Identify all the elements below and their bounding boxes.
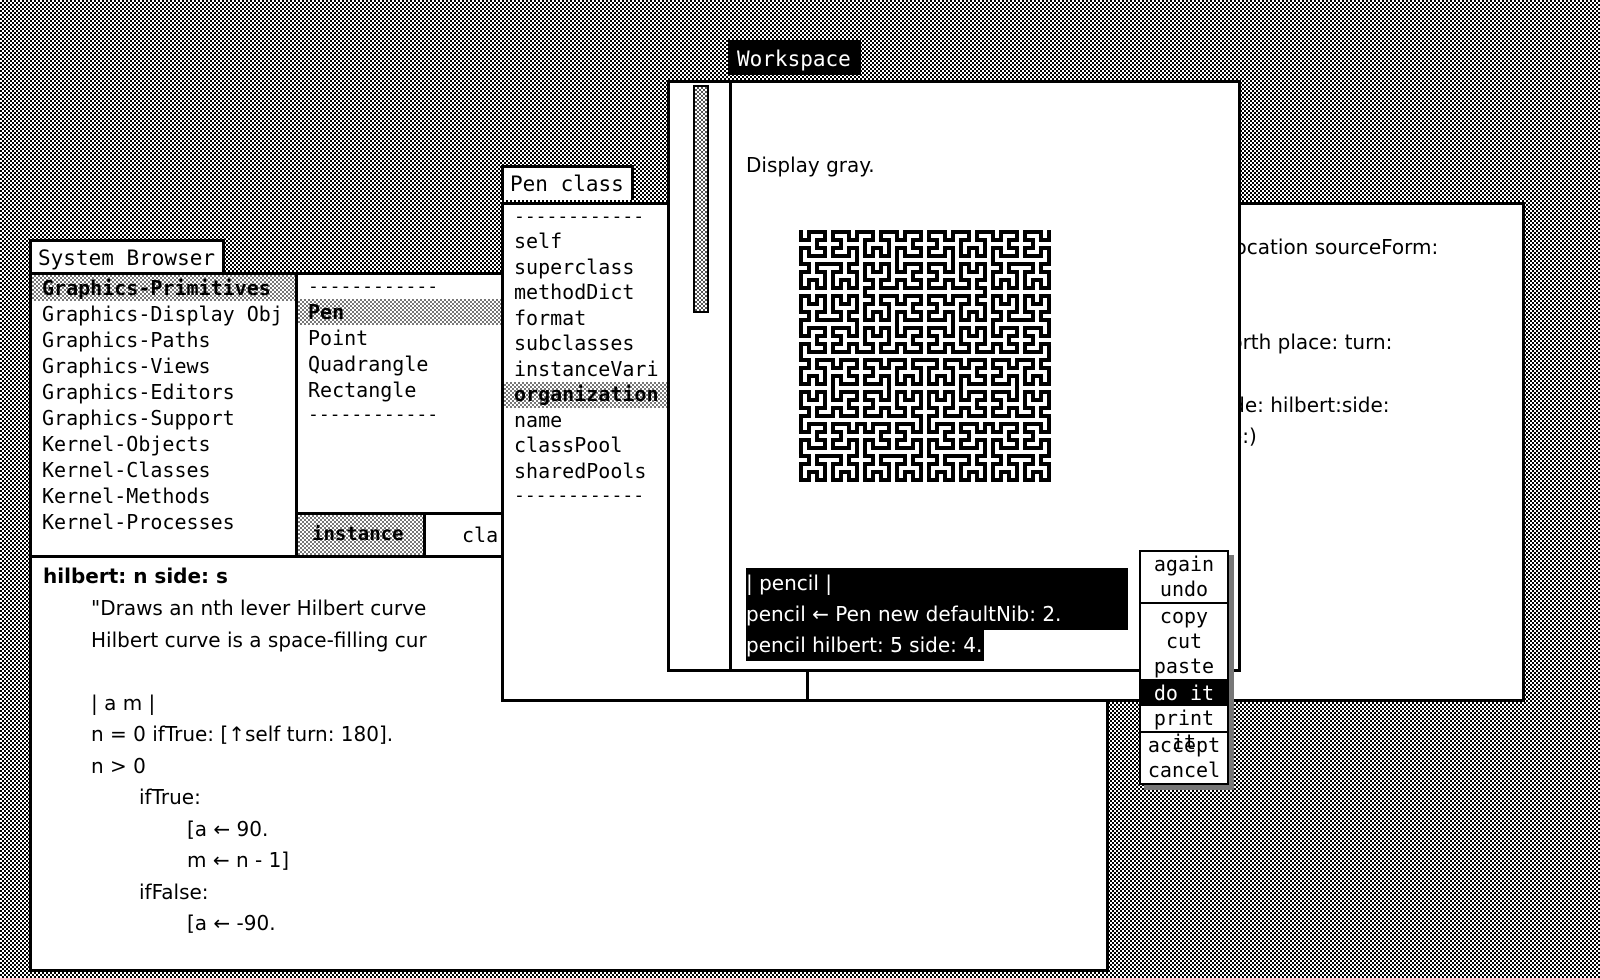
category-item[interactable]: Graphics-Display Obj: [32, 301, 295, 327]
menu-item-cancel[interactable]: cancel: [1141, 758, 1227, 783]
workspace-selected-code[interactable]: | pencil | pencil ← Pen new defaultNib: 2…: [746, 568, 1128, 661]
menu-item-print-it[interactable]: print it: [1141, 706, 1227, 754]
method-signature: hilbert: n side: s: [43, 564, 228, 588]
category-item[interactable]: Graphics-Views: [32, 353, 295, 379]
inspector-title-tab[interactable]: Pen class: [501, 165, 634, 200]
class-toggle-label: cla: [462, 523, 499, 547]
code-line: | a m |: [91, 690, 156, 715]
menu-item-accept[interactable]: accept: [1141, 731, 1227, 758]
system-browser-title-tab[interactable]: System Browser: [29, 239, 226, 274]
method-text-window: location sourceForm: e north place: turn:…: [1199, 202, 1525, 702]
menu-item-paste[interactable]: paste: [1141, 654, 1227, 679]
menu-item-undo[interactable]: undo: [1141, 577, 1227, 602]
code-line: [a ← -90.: [187, 911, 276, 935]
menu-item-copy[interactable]: copy: [1141, 602, 1227, 629]
category-item[interactable]: Kernel-Objects: [32, 431, 295, 457]
category-item[interactable]: Kernel-Processes: [32, 509, 295, 535]
code-line: n = 0 ifTrue: [↑self turn: 180].: [91, 722, 394, 746]
menu-item-again[interactable]: again: [1141, 552, 1227, 577]
category-item[interactable]: Graphics-Editors: [32, 379, 295, 405]
code-line: "Draws an nth lever Hilbert curve: [91, 596, 427, 620]
code-line: ifTrue:: [139, 785, 201, 809]
category-item[interactable]: Graphics-Support: [32, 405, 295, 431]
instance-toggle-button[interactable]: instance: [298, 515, 426, 558]
menu-item-cut[interactable]: cut: [1141, 629, 1227, 654]
hilbert-curve-drawing: [799, 230, 1051, 482]
code-line: m ← n - 1]: [187, 848, 290, 872]
workspace-text[interactable]: Display gray.: [746, 153, 875, 177]
method-text-line: location sourceForm:: [1229, 235, 1439, 259]
code-line: ifFalse:: [139, 879, 209, 904]
workspace-title-tab[interactable]: Workspace: [728, 40, 861, 75]
selected-code-line: | pencil |: [746, 568, 1128, 599]
category-item[interactable]: Kernel-Methods: [32, 483, 295, 509]
context-menu: again undo copy cut paste do it print it accept…: [1139, 550, 1229, 785]
scrollbar-thumb[interactable]: [693, 85, 709, 313]
instance-toggle-label: instance: [312, 523, 404, 545]
category-list-pane[interactable]: Graphics-Primitives Graphics-Display Obj G…: [32, 275, 298, 558]
category-item[interactable]: Kernel-Classes: [32, 457, 295, 483]
category-item[interactable]: Graphics-Paths: [32, 327, 295, 353]
category-item[interactable]: Graphics-Primitives: [32, 275, 295, 301]
selected-code-line: pencil hilbert: 5 side: 4.: [746, 630, 985, 661]
workspace-scrollbar[interactable]: [670, 83, 732, 669]
code-line: [a ← 90.: [187, 816, 269, 841]
selected-code-line: pencil ← Pen new defaultNib: 2.: [746, 599, 1128, 630]
menu-item-do-it[interactable]: do it: [1141, 679, 1227, 706]
category-list: Graphics-Primitives Graphics-Display Obj G…: [32, 275, 295, 535]
code-line: Hilbert curve is a space-filling cur: [91, 627, 427, 652]
code-line: n > 0: [91, 753, 146, 778]
